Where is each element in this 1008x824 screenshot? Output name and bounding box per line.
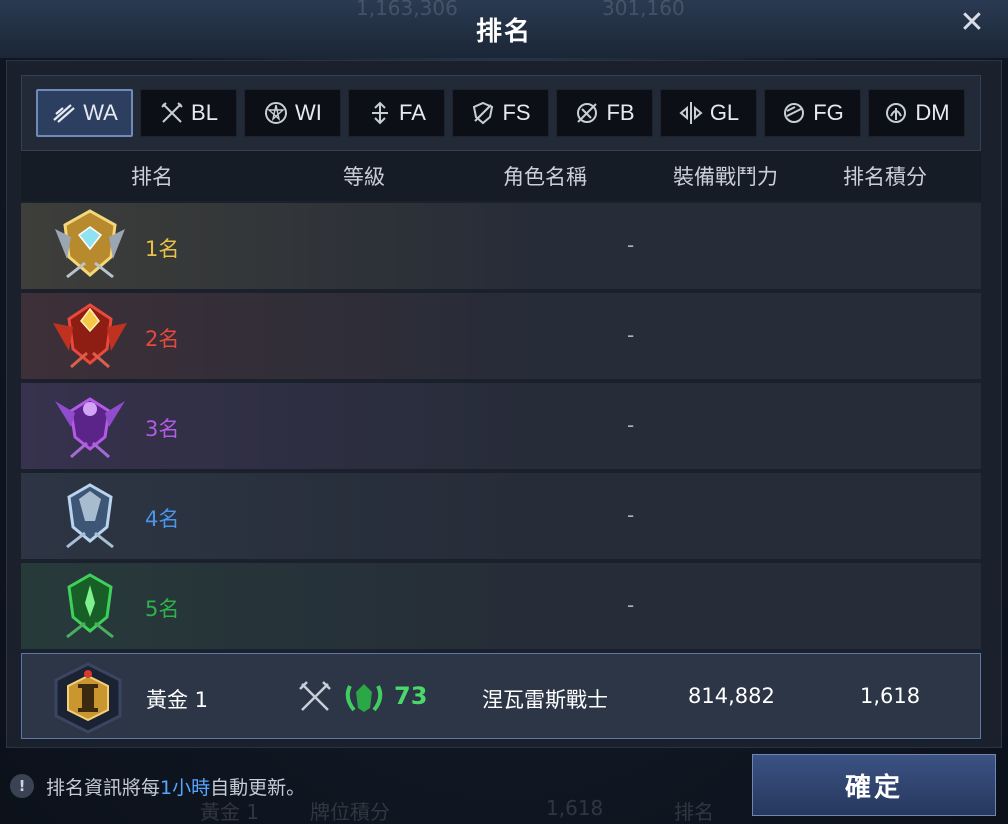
blade-icon <box>159 100 185 126</box>
gladiator-icon <box>678 100 704 126</box>
wizard-icon <box>263 100 289 126</box>
tab-label: DM <box>915 100 950 125</box>
row-value: - <box>627 503 635 527</box>
rank-label: 3名 <box>145 417 180 441</box>
tab-wa[interactable]: WA <box>36 89 133 137</box>
notice-suffix: 自動更新。 <box>210 776 306 799</box>
level-laurel-icon <box>342 678 386 716</box>
warrior-icon <box>51 100 77 126</box>
tab-gl[interactable]: GL <box>660 89 757 137</box>
ranking-row-3: 3名 - <box>21 383 981 469</box>
close-button[interactable]: ✕ <box>956 4 988 40</box>
green-medal-icon <box>45 567 135 645</box>
rank-label: 4名 <box>145 507 180 531</box>
tab-label: FB <box>606 100 635 125</box>
tab-label: BL <box>191 100 218 125</box>
tab-label: WI <box>295 100 322 125</box>
tab-fa[interactable]: FA <box>348 89 445 137</box>
header-equipment-power: 裝備戰鬥力 <box>673 165 778 189</box>
purple-medal-icon <box>45 387 135 465</box>
tab-label: FA <box>399 100 426 125</box>
header-rank: 排名 <box>131 165 173 189</box>
my-tier: 黃金 1 <box>146 688 209 712</box>
my-rank-score: 1,618 <box>860 684 921 708</box>
modal-title: 排名 <box>475 16 532 47</box>
ranking-row-1: 1名 - <box>21 203 981 289</box>
tab-label: WA <box>83 100 118 125</box>
tab-fg[interactable]: FG <box>764 89 861 137</box>
ranking-panel: WA BL WI FA FS FB GL FG DM 排名 等級 角色名稱 裝備… <box>6 60 1002 748</box>
modal-header: 排名 ✕ <box>0 0 1008 58</box>
ranking-list: 1名 - 2名 - 3名 - 4名 - 5名 - <box>21 203 981 653</box>
row-value: - <box>627 413 635 437</box>
ranking-row-2: 2名 - <box>21 293 981 379</box>
rank-label: 5名 <box>145 597 180 621</box>
row-value: - <box>627 323 635 347</box>
my-ranking-row: 黃金 1 73 涅瓦雷斯戰士 814,882 1,618 <box>21 653 981 739</box>
ranking-row-5: 5名 - <box>21 563 981 649</box>
notice-interval: 1小時 <box>160 776 211 799</box>
tab-wi[interactable]: WI <box>244 89 341 137</box>
close-icon: ✕ <box>959 4 985 40</box>
silver-medal-icon <box>45 477 135 555</box>
force-shielder-icon <box>470 100 496 126</box>
tab-bl[interactable]: BL <box>140 89 237 137</box>
dark-mage-icon <box>883 100 909 126</box>
header-level: 等級 <box>343 165 385 189</box>
my-character-name: 涅瓦雷斯戰士 <box>482 688 608 712</box>
force-archer-icon <box>367 100 393 126</box>
my-equipment-power: 814,882 <box>688 684 775 708</box>
gold-tier-emblem-icon <box>50 662 126 734</box>
row-value: - <box>627 233 635 257</box>
row-value: - <box>627 593 635 617</box>
update-notice: ! 排名資訊將每1小時自動更新。 <box>10 772 305 800</box>
tab-fs[interactable]: FS <box>452 89 549 137</box>
class-tab-bar: WA BL WI FA FS FB GL FG DM <box>21 75 981 151</box>
ranking-row-4: 4名 - <box>21 473 981 559</box>
info-icon: ! <box>10 774 34 798</box>
update-notice-text: 排名資訊將每1小時自動更新。 <box>46 773 305 800</box>
confirm-button[interactable]: 確定 <box>752 754 996 816</box>
force-blader-icon <box>574 100 600 126</box>
header-character-name: 角色名稱 <box>503 165 587 189</box>
table-header: 排名 等級 角色名稱 裝備戰鬥力 排名積分 <box>21 151 981 201</box>
tab-label: FG <box>813 100 844 125</box>
tab-label: FS <box>502 100 531 125</box>
tab-label: GL <box>709 100 740 125</box>
rank-label: 2名 <box>145 327 180 351</box>
notice-prefix: 排名資訊將每 <box>46 776 161 799</box>
tab-dm[interactable]: DM <box>868 89 965 137</box>
gold-medal-icon <box>45 207 135 285</box>
tab-fb[interactable]: FB <box>556 89 653 137</box>
rank-label: 1名 <box>145 237 180 261</box>
crossed-swords-icon <box>298 680 332 714</box>
header-rank-score: 排名積分 <box>843 165 927 189</box>
ranking-modal: 排名 ✕ WA BL WI FA FS FB GL FG DM 排名 等級 角色… <box>0 0 1008 824</box>
force-gunner-icon <box>781 100 807 126</box>
red-medal-icon <box>45 297 135 375</box>
my-level: 73 <box>394 682 428 710</box>
